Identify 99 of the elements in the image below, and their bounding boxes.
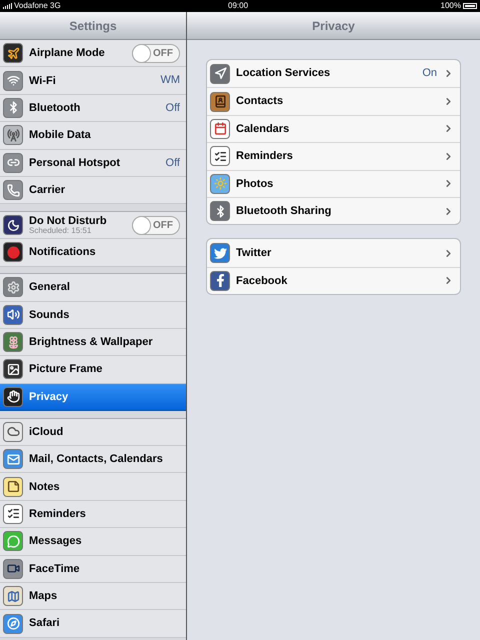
battery-percent: 100% bbox=[440, 0, 461, 12]
item-label: Bluetooth bbox=[29, 102, 82, 114]
row-label: Bluetooth Sharing bbox=[236, 204, 332, 219]
item-label: General bbox=[29, 281, 71, 294]
sidebar-item[interactable]: iCloud bbox=[0, 418, 186, 446]
signal-icon bbox=[3, 3, 12, 9]
sidebar-item[interactable]: Airplane Mode OFF bbox=[0, 40, 186, 68]
notepad-icon bbox=[3, 476, 23, 497]
row-label: Facebook bbox=[236, 274, 288, 289]
item-label: Messages bbox=[29, 535, 83, 548]
carrier-text: Vodafone 3G bbox=[14, 0, 61, 12]
sidebar-item[interactable]: Sounds bbox=[0, 302, 186, 329]
moon-icon bbox=[3, 215, 23, 236]
picture-frame-icon bbox=[3, 359, 23, 380]
sidebar-item[interactable]: Mail, Contacts, Calendars bbox=[0, 446, 186, 474]
clock-text: 09:00 bbox=[228, 0, 248, 12]
row-label: Photos bbox=[236, 176, 274, 192]
item-label: Safari bbox=[29, 617, 61, 630]
item-label: iCloud bbox=[29, 426, 64, 438]
map-icon bbox=[3, 586, 23, 606]
video-camera-icon bbox=[3, 558, 23, 579]
sidebar-item[interactable]: Brightness & Wallpaper bbox=[0, 328, 186, 356]
envelope-icon bbox=[3, 449, 23, 470]
row-label: Reminders bbox=[236, 149, 294, 164]
sidebar-item[interactable]: Picture Frame bbox=[0, 356, 186, 384]
checklist-icon bbox=[3, 504, 23, 524]
address-book-icon bbox=[210, 92, 230, 112]
settings-row[interactable]: Facebook bbox=[207, 266, 460, 294]
settings-row[interactable]: Bluetooth Sharing bbox=[207, 196, 460, 224]
sunflower-icon bbox=[210, 174, 230, 194]
item-value: Off bbox=[166, 100, 180, 116]
bluetooth-icon bbox=[210, 201, 230, 222]
item-label: Reminders bbox=[29, 508, 87, 520]
antenna-icon bbox=[3, 125, 23, 146]
cloud-icon bbox=[3, 422, 23, 442]
item-value: WM bbox=[160, 73, 180, 88]
speaker-icon bbox=[3, 304, 23, 325]
item-label: Brightness & Wallpaper bbox=[29, 336, 154, 348]
bluetooth-icon bbox=[3, 98, 23, 118]
item-label: Notifications bbox=[29, 246, 97, 258]
toggle-switch[interactable]: OFF bbox=[132, 216, 180, 235]
row-value: On bbox=[422, 66, 437, 82]
item-label: Wi-Fi bbox=[29, 74, 57, 87]
row-label: Contacts bbox=[236, 94, 284, 110]
compass-icon bbox=[3, 614, 23, 634]
row-label: Twitter bbox=[236, 246, 272, 261]
sidebar-item[interactable]: Do Not Disturb Scheduled: 15:51 OFF bbox=[0, 212, 186, 240]
row-label: Location Services bbox=[236, 66, 332, 82]
gear-icon bbox=[3, 277, 23, 298]
detail-title: Privacy bbox=[312, 18, 355, 34]
item-label: Notes bbox=[29, 480, 61, 493]
airplane-icon bbox=[3, 43, 23, 64]
item-label: Picture Frame bbox=[29, 363, 104, 376]
settings-row[interactable]: Photos bbox=[207, 170, 460, 197]
settings-row[interactable]: Reminders bbox=[207, 142, 460, 170]
item-label: Mail, Contacts, Calendars bbox=[29, 453, 164, 466]
sidebar-item[interactable]: FaceTime bbox=[0, 556, 186, 583]
settings-row[interactable]: Calendars bbox=[207, 114, 460, 142]
item-label: Mobile Data bbox=[29, 129, 92, 142]
sidebar-title: Settings bbox=[69, 18, 117, 34]
chain-link-icon bbox=[3, 152, 23, 173]
sidebar-item[interactable]: Wi-Fi WM bbox=[0, 67, 186, 95]
sidebar-item[interactable]: Mobile Data bbox=[0, 122, 186, 150]
item-label: Airplane Mode bbox=[29, 47, 106, 60]
flower-icon bbox=[3, 332, 23, 352]
sidebar-item[interactable]: Carrier bbox=[0, 176, 186, 204]
sidebar-item[interactable]: Bluetooth Off bbox=[0, 94, 186, 122]
speech-bubble-icon bbox=[3, 531, 23, 552]
checklist-icon bbox=[210, 146, 230, 166]
settings-row[interactable]: Twitter bbox=[207, 239, 460, 267]
item-label: Do Not Disturb bbox=[29, 214, 108, 227]
settings-row[interactable]: Location Services On bbox=[207, 60, 460, 88]
item-subtitle: Scheduled: 15:51 bbox=[29, 226, 92, 236]
item-label: FaceTime bbox=[29, 562, 81, 575]
sidebar-item[interactable]: Maps bbox=[0, 582, 186, 610]
facebook-icon bbox=[210, 270, 230, 291]
sidebar-item[interactable]: Privacy bbox=[0, 384, 186, 412]
item-label: Privacy bbox=[29, 390, 70, 403]
item-value: Off bbox=[166, 156, 180, 170]
calendar-icon bbox=[210, 118, 230, 139]
bird-icon bbox=[210, 243, 230, 264]
sidebar-item[interactable]: Messages bbox=[0, 528, 186, 556]
sidebar-item[interactable]: General bbox=[0, 274, 186, 302]
item-label: Sounds bbox=[29, 308, 70, 321]
toggle-switch[interactable]: OFF bbox=[132, 44, 180, 63]
hand-icon bbox=[3, 386, 23, 407]
sidebar-item[interactable]: Personal Hotspot Off bbox=[0, 150, 186, 177]
wifi-icon bbox=[3, 70, 23, 91]
item-label: Maps bbox=[29, 590, 58, 602]
phone-icon bbox=[3, 180, 23, 200]
row-label: Calendars bbox=[236, 122, 290, 137]
settings-row[interactable]: Contacts bbox=[207, 87, 460, 115]
item-label: Carrier bbox=[29, 184, 66, 196]
sidebar-item[interactable]: Safari bbox=[0, 610, 186, 638]
sidebar-item[interactable]: Notifications bbox=[0, 239, 186, 267]
sidebar-item[interactable]: Reminders bbox=[0, 500, 186, 528]
sidebar-item[interactable]: Notes bbox=[0, 473, 186, 501]
battery-icon bbox=[463, 3, 477, 9]
item-label: Personal Hotspot bbox=[29, 156, 122, 169]
